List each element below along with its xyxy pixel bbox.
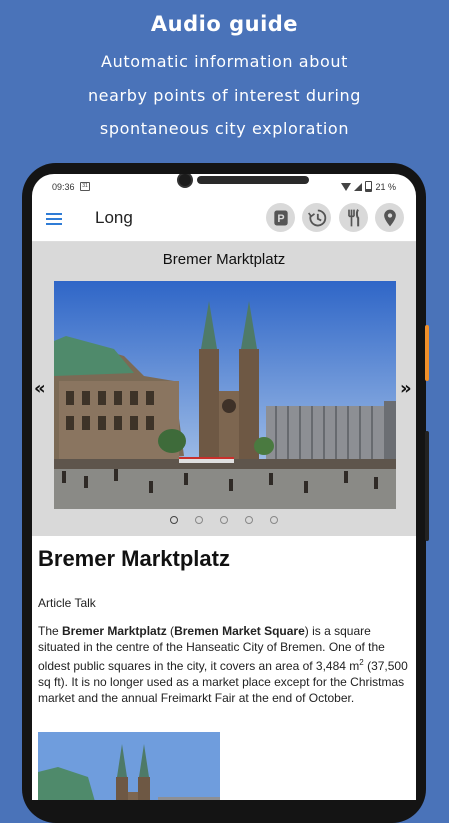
gallery-prev-arrow[interactable]: «: [34, 378, 46, 399]
article: Bremer Marktplatz Article Talk The Breme…: [38, 546, 408, 706]
promo-line-2: nearby points of interest during: [87, 86, 362, 105]
parking-button[interactable]: P: [266, 203, 295, 232]
gallery-dot[interactable]: [220, 516, 228, 524]
power-button: [425, 431, 429, 541]
volume-button: [425, 325, 429, 381]
gallery-dot[interactable]: [195, 516, 203, 524]
gallery-dots: [170, 516, 278, 524]
status-bar: 09:36 31 21 %: [32, 179, 416, 197]
gallery-dot[interactable]: [270, 516, 278, 524]
body-bold-name: Bremer Marktplatz: [62, 624, 167, 638]
gallery-next-arrow[interactable]: »: [400, 378, 412, 399]
history-icon: [307, 209, 326, 226]
gallery-dot[interactable]: [170, 516, 178, 524]
phone-screen: 09:36 31 21 % Long P Bremer Marktplatz «…: [32, 174, 416, 800]
image-gallery: Bremer Marktplatz « »: [32, 242, 416, 536]
gallery-title: Bremer Marktplatz: [162, 251, 286, 268]
status-right: 21 %: [341, 181, 396, 192]
wifi-icon: [341, 182, 352, 191]
market-square-photo[interactable]: [54, 281, 396, 509]
status-time: 09:36: [52, 182, 75, 192]
battery-icon: [365, 181, 373, 192]
notification-icon: 31: [80, 182, 90, 191]
promo-line-3: spontaneous city exploration: [99, 119, 350, 138]
app-bar: Long P: [32, 199, 416, 242]
parking-icon: P: [273, 210, 288, 225]
svg-text:P: P: [277, 213, 284, 225]
gallery-dot[interactable]: [245, 516, 253, 524]
restaurant-button[interactable]: [339, 203, 368, 232]
content-area: Bremer Marktplatz « » Bremer Marktplatz …: [32, 242, 416, 800]
article-body: The Bremer Marktplatz (Bremen Market Squ…: [38, 623, 408, 706]
article-title: Bremer Marktplatz: [38, 546, 230, 571]
hamburger-menu-icon[interactable]: [46, 210, 64, 228]
location-button[interactable]: [375, 203, 404, 232]
promo-line-1: Automatic information about: [101, 52, 348, 71]
app-title: Long: [95, 208, 133, 227]
body-bold-english: Bremen Market Square: [174, 624, 305, 638]
battery-level: 21 %: [375, 181, 396, 192]
body-text: The: [38, 624, 63, 638]
history-button[interactable]: [302, 203, 331, 232]
body-text: (: [166, 624, 175, 638]
location-pin-icon: [383, 209, 396, 226]
signal-icon: [354, 182, 363, 191]
article-tabs[interactable]: Article Talk: [38, 596, 408, 610]
restaurant-icon: [347, 208, 359, 226]
promo-title: Audio guide: [150, 12, 299, 36]
article-thumbnail[interactable]: [38, 732, 220, 800]
